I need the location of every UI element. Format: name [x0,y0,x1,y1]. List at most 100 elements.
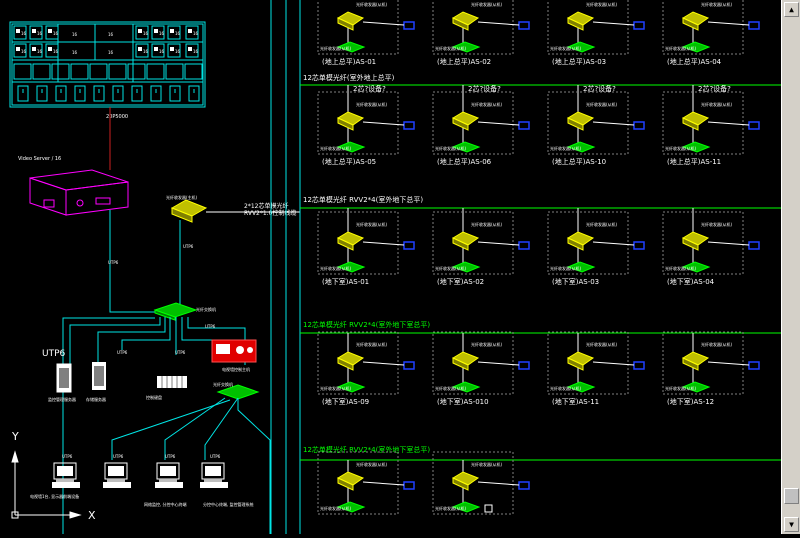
drawer [188,85,200,102]
slot-label: 16 [21,31,27,36]
slot-indicator [188,47,192,51]
slot-label: 16 [53,31,59,36]
monitor-screen [57,466,73,476]
slot-indicator [16,29,20,33]
unit-id-label: (地上总平)AS-06 [437,157,492,166]
port-link [362,21,405,26]
lower-slot [108,63,127,80]
red-device-label: 电视墙控制主机 [222,366,250,372]
unit-small-label: 光纤收发器(从机) [665,45,697,51]
dvr-label: Video Server / 16 [18,156,61,162]
fiber-port-icon [403,241,415,250]
unit-small-label: 光纤收发器(从机) [550,45,582,51]
unit-small-label: 光纤收发器(从机) [356,101,388,107]
unit-small-label: 光纤收发器(从机) [586,101,618,107]
port-link [477,481,520,486]
workstations-label-3: 分控中心终端, 监控管理系统 [203,501,254,507]
slot-label: 16 [143,31,149,36]
unit-small-label: 光纤收发器(从机) [435,145,467,151]
lower-slot [127,63,146,80]
unit-small-label: 光纤收发器(从机) [471,1,503,7]
slot-label: 16 [193,49,199,54]
slot-indicator [154,47,158,51]
dvr-device [29,169,129,216]
workstation-top-label: UTP6 [113,454,124,459]
unit-small-label: 光纤收发器(从机) [471,461,503,467]
axis-y-label: Y [11,430,19,443]
unit-small-label: 光纤收发器(从机) [550,145,582,151]
fiber-port-icon [403,481,415,490]
unit-small-label: 光纤收发器(从机) [356,221,388,227]
scroll-down-icon[interactable]: ▼ [784,517,799,532]
unit-id-label: (地下室)AS-12 [667,397,714,406]
rack-top-label-1: UTP6 [117,350,128,355]
vertical-scrollbar[interactable]: ▲ ▼ [781,0,800,534]
slot-label: 16 [21,49,27,54]
monitor-screen [205,466,221,476]
port-link [592,121,635,126]
monitor-screen [160,466,176,476]
unit-small-label: 光纤收发器(从机) [550,265,582,271]
red-device-top: UTP6 [205,324,216,329]
slot-label: 16 [159,49,165,54]
drawer [93,85,105,102]
unit-id-label: (地下室)AS-04 [667,277,715,286]
fiber-port-icon [518,121,530,130]
port-link [707,21,750,26]
unit-id-label: (地下室)AS-03 [552,277,599,286]
unit-small-label: 光纤收发器(从机) [435,45,467,51]
slot-indicator [48,29,52,33]
unit-id-label: (地上总平)AS-04 [667,57,722,66]
unit-small-label: 光纤收发器(从机) [435,385,467,391]
unit-top-label: 2芯?设备? [468,84,501,93]
fiber-port-icon [748,361,760,370]
slot-indicator [154,29,158,33]
cad-canvas[interactable]: 16 16 16 16 16 16 16 16 16 16 16 16 16 16 16 16 16 16 20P… [0,0,800,534]
keyboard [103,482,131,488]
port-link [707,121,750,126]
drawer [131,85,143,102]
workstations-label-1: 电视墙1台, 显示器前端设备 [30,493,79,499]
drawer [36,85,48,102]
unit-small-label: 光纤收发器(从机) [435,265,467,271]
unit-small-label: 光纤收发器(从机) [356,341,388,347]
slot-indicator [170,29,174,33]
unit-small-label: 光纤收发器(从机) [320,145,352,151]
port-link [362,121,405,126]
slot-indicator [48,47,52,51]
port-link [477,121,520,126]
scroll-up-icon[interactable]: ▲ [784,2,799,17]
port-link [362,361,405,366]
port-link [477,241,520,246]
port-link [477,361,520,366]
keyboard [52,482,80,488]
panel-label: 16 [108,50,114,55]
pc-base [107,479,125,482]
fiber-port-icon [403,361,415,370]
unit-id-label: (地下室)AS-09 [322,397,369,406]
drawer [112,85,124,102]
lower-slot [184,63,203,80]
unit-id-label: (地下室)AS-010 [437,397,489,406]
unit-small-label: 光纤收发器(从机) [471,341,503,347]
unit-small-label: 光纤收发器(从机) [320,265,352,271]
fiber-port-icon [518,241,530,250]
unit-small-label: 光纤收发器(从机) [320,385,352,391]
unit-small-label: 光纤收发器(从机) [356,461,388,467]
fiber-port-icon [633,241,645,250]
drawer [169,85,181,102]
slot-indicator [188,29,192,33]
scroll-thumb[interactable] [784,488,799,504]
fiber-port-icon [518,481,530,490]
slot-label: 16 [37,49,43,54]
slot-indicator [138,47,142,51]
lower-slot [146,63,165,80]
fiber-port-icon [633,21,645,30]
unit-small-label: 光纤收发器(从机) [550,385,582,391]
rack-server-1 [56,363,72,393]
unit-small-label: 光纤收发器(从机) [471,101,503,107]
slot-indicator [170,47,174,51]
cad-marker [484,504,493,513]
port-link [592,361,635,366]
unit-small-label: 光纤收发器(从机) [665,145,697,151]
